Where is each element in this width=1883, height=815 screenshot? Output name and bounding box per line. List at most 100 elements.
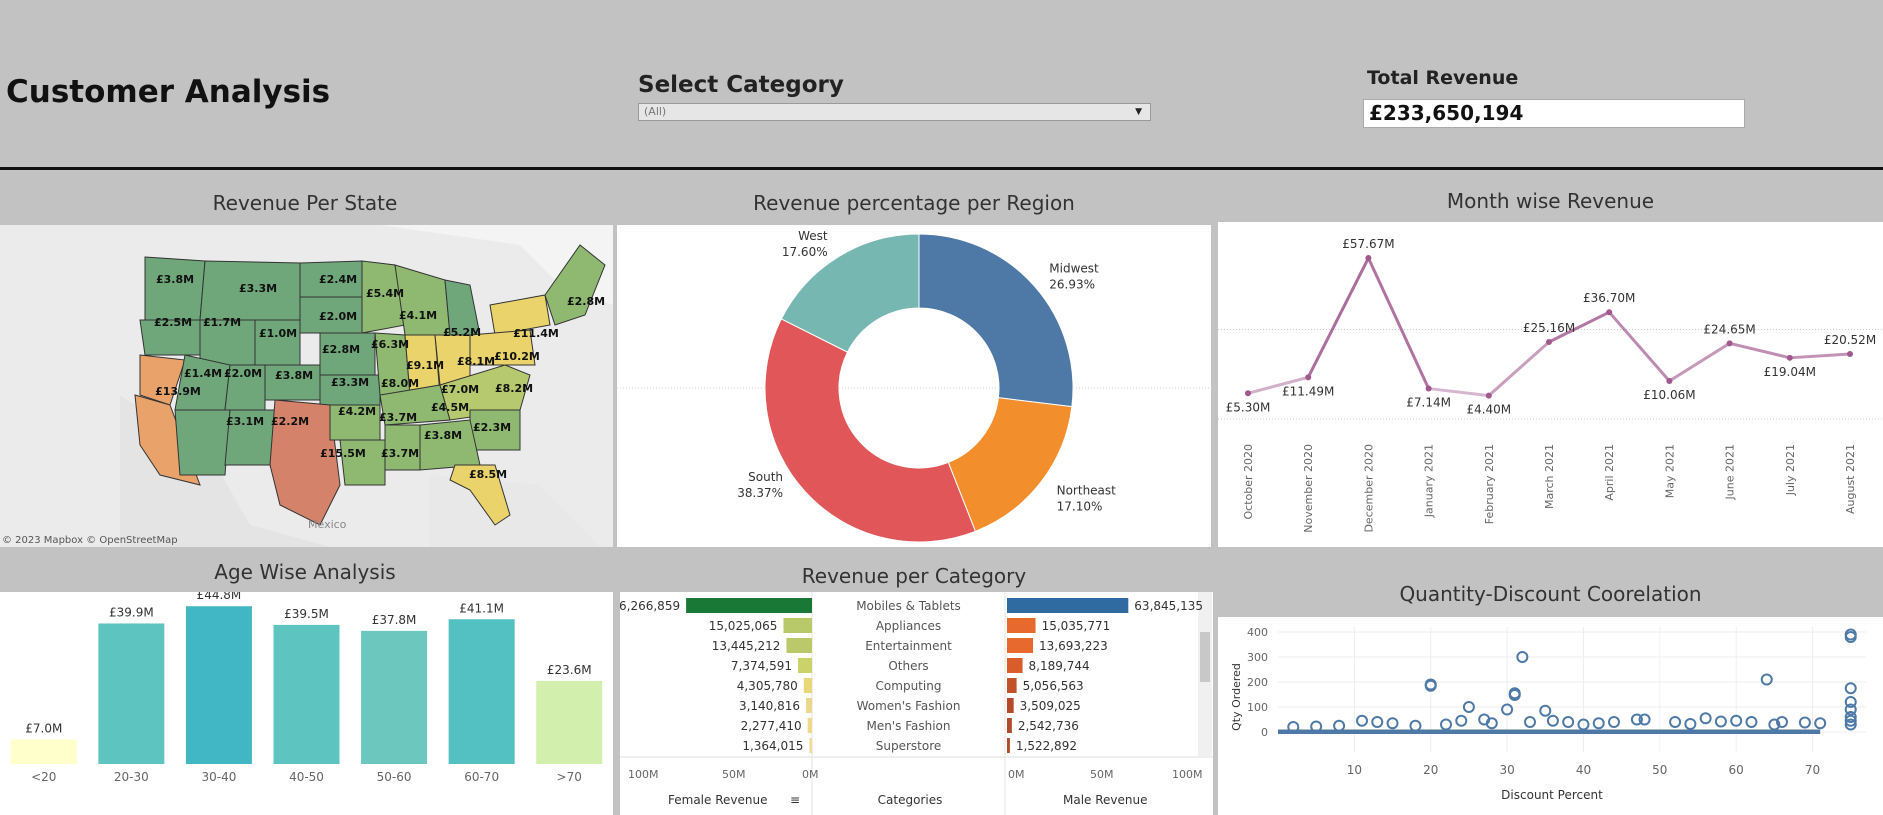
month-tick-label: April 2021 xyxy=(1603,444,1616,501)
age-bar[interactable] xyxy=(98,623,165,764)
month-line-segment xyxy=(1668,342,1731,383)
female-revenue-bar[interactable] xyxy=(797,658,812,673)
male-revenue-bar[interactable] xyxy=(1007,658,1023,673)
month-point[interactable] xyxy=(1847,350,1853,357)
male-revenue-label: 5,056,563 xyxy=(1023,679,1084,693)
month-point[interactable] xyxy=(1606,309,1613,316)
dropdown-arrow-icon[interactable]: ▼ xyxy=(1135,104,1142,120)
female-revenue-bar[interactable] xyxy=(803,678,812,693)
month-line-chart[interactable]: £5.30M October 2020 £11.49M November 2020 £5… xyxy=(1218,222,1883,547)
month-point[interactable] xyxy=(1365,255,1372,262)
male-revenue-bar[interactable] xyxy=(1007,718,1012,733)
scatter-point[interactable] xyxy=(1760,673,1773,686)
female-revenue-bar[interactable] xyxy=(806,698,812,713)
scatter-point[interactable] xyxy=(1440,718,1452,731)
scatter-point[interactable] xyxy=(1546,714,1559,727)
month-point[interactable] xyxy=(1305,374,1312,381)
scatter-point[interactable] xyxy=(1608,716,1620,728)
scatter-point[interactable] xyxy=(1798,716,1811,729)
age-value-label: £39.5M xyxy=(284,607,329,621)
male-revenue-header[interactable]: Male Revenue xyxy=(1063,793,1148,807)
age-bar[interactable] xyxy=(185,606,252,764)
svg-text:£3.8M: £3.8M xyxy=(275,369,313,382)
scatter-point[interactable] xyxy=(1745,716,1758,728)
female-revenue-header[interactable]: Female Revenue xyxy=(668,793,767,807)
svg-text:£3.1M: £3.1M xyxy=(226,415,264,428)
scatter-x-tick: 40 xyxy=(1576,763,1591,777)
categories-header[interactable]: Categories xyxy=(878,793,943,807)
scatter-y-label: Qty Ordered xyxy=(1230,663,1243,731)
region-donut-chart[interactable]: Midwest 26.93% Northeast 17.10% South 38.37% W… xyxy=(617,225,1211,547)
female-revenue-bar[interactable] xyxy=(807,718,812,733)
scatter-point[interactable] xyxy=(1592,717,1605,730)
scatter-point[interactable] xyxy=(1562,716,1575,728)
scatter-point[interactable] xyxy=(1333,719,1346,732)
scatter-point[interactable] xyxy=(1356,714,1368,727)
female-revenue-label: 2,277,410 xyxy=(741,719,802,733)
age-tick-label: 20-30 xyxy=(114,770,149,784)
female-revenue-bar[interactable] xyxy=(809,738,812,753)
scatter-point[interactable] xyxy=(1684,718,1697,730)
age-bar[interactable] xyxy=(536,680,603,764)
month-point[interactable] xyxy=(1786,354,1793,361)
sort-icon[interactable]: ≡ xyxy=(790,793,800,807)
svg-text:£2.8M: £2.8M xyxy=(567,295,605,308)
scatter-point[interactable] xyxy=(1714,715,1727,728)
female-revenue-bar[interactable] xyxy=(686,598,812,613)
female-revenue-label: 1,364,015 xyxy=(742,739,803,753)
scatter-point[interactable] xyxy=(1386,717,1399,730)
age-bar[interactable] xyxy=(273,624,340,764)
scatter-point[interactable] xyxy=(1455,714,1468,727)
scatter-point[interactable] xyxy=(1669,716,1682,728)
scatter-point[interactable] xyxy=(1371,716,1384,728)
map-attribution: © 2023 Mapbox © OpenStreetMap xyxy=(2,535,178,546)
scatter-point[interactable] xyxy=(1524,716,1536,728)
category-select[interactable]: (All) ▼ xyxy=(638,103,1151,121)
male-revenue-bar[interactable] xyxy=(1007,678,1017,693)
male-revenue-bar[interactable] xyxy=(1007,698,1014,713)
female-axis-tick: 0M xyxy=(802,768,819,781)
category-revenue-chart[interactable]: 66,266,859 Mobiles & Tablets 63,845,135 15,… xyxy=(620,592,1213,815)
month-tick-label: March 2021 xyxy=(1543,444,1556,509)
scatter-point[interactable] xyxy=(1844,682,1857,695)
female-revenue-bar[interactable] xyxy=(783,618,812,633)
month-point[interactable] xyxy=(1546,339,1552,346)
age-value-label: £39.9M xyxy=(109,605,154,619)
month-value-label: £4.40M xyxy=(1466,403,1511,417)
svg-text:£1.7M: £1.7M xyxy=(203,316,241,329)
age-bar[interactable] xyxy=(448,619,515,764)
age-value-label: £7.0M xyxy=(25,721,62,735)
month-point[interactable] xyxy=(1666,378,1673,385)
age-bar[interactable] xyxy=(10,739,77,764)
scatter-point[interactable] xyxy=(1814,717,1827,730)
svg-text:£11.4M: £11.4M xyxy=(513,327,559,340)
category-name: Superstore xyxy=(876,739,942,753)
svg-text:£9.1M: £9.1M xyxy=(406,359,444,372)
month-value-label: £19.04M xyxy=(1764,365,1816,379)
state-map[interactable]: £3.8M £3.3M £2.4M £2.5M £1.7M £1.0M £2.0… xyxy=(0,225,613,547)
female-revenue-bar[interactable] xyxy=(786,638,812,653)
age-bar[interactable] xyxy=(361,630,428,764)
svg-text:£2.5M: £2.5M xyxy=(154,316,192,329)
state-map-canvas: £3.8M £3.3M £2.4M £2.5M £1.7M £1.0M £2.0… xyxy=(0,225,613,547)
month-tick-label: July 2021 xyxy=(1784,444,1797,496)
month-point[interactable] xyxy=(1425,385,1432,392)
quantity-discount-scatter[interactable]: 0 100 200 300 400 10 20 30 40 50 60 70 Discount Perc… xyxy=(1218,617,1883,815)
month-point[interactable] xyxy=(1726,340,1733,347)
male-revenue-bar[interactable] xyxy=(1007,598,1129,613)
svg-text:£8.1M: £8.1M xyxy=(457,355,495,368)
month-point[interactable] xyxy=(1245,390,1251,397)
male-revenue-bar[interactable] xyxy=(1007,738,1010,753)
month-point[interactable] xyxy=(1485,392,1492,399)
scatter-point[interactable] xyxy=(1699,712,1712,725)
age-value-label: £44.8M xyxy=(197,592,242,602)
male-revenue-bar[interactable] xyxy=(1007,638,1034,653)
male-revenue-bar[interactable] xyxy=(1007,618,1036,633)
category-scrollbar-thumb[interactable] xyxy=(1200,632,1210,682)
donut-slice-south[interactable] xyxy=(764,318,977,543)
age-tick-label: 60-70 xyxy=(464,770,499,784)
scatter-point[interactable] xyxy=(1409,719,1422,732)
age-bar-chart[interactable]: £7.0M <20 £39.9M 20-30 £44.8M 30-40 £39.5M 40-5… xyxy=(0,592,613,815)
donut-slice-midwest[interactable] xyxy=(918,233,1074,408)
donut-value-label: 26.93% xyxy=(1049,278,1095,292)
